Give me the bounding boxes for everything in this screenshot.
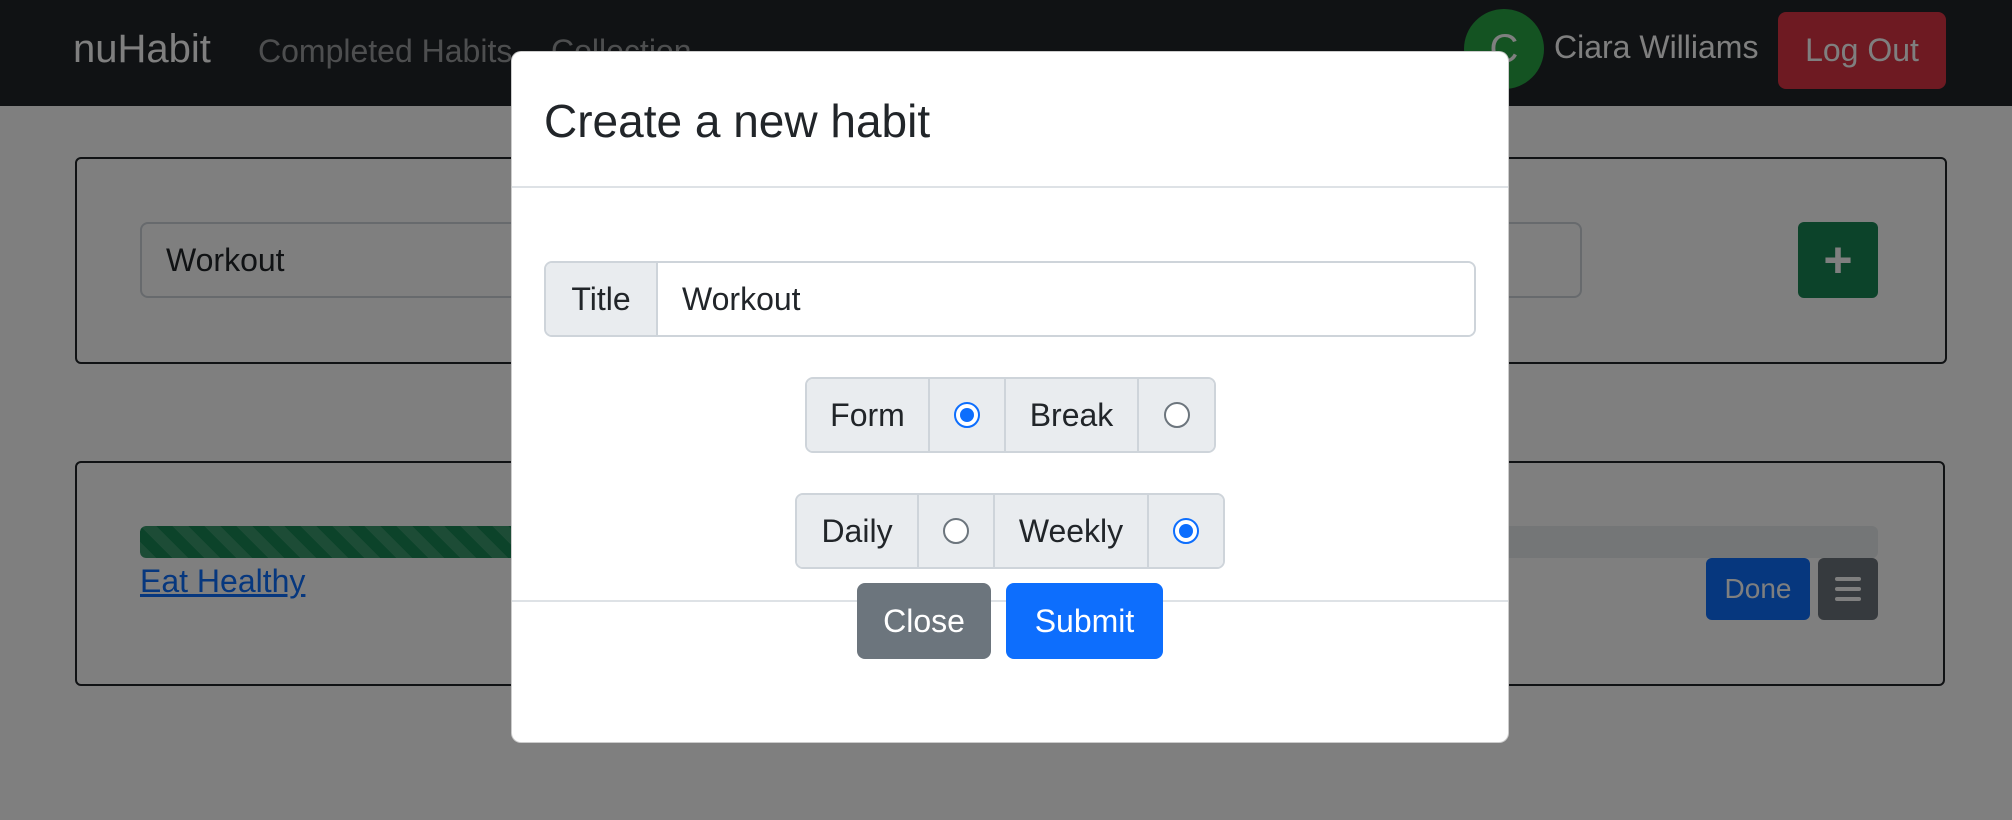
form-radio[interactable] bbox=[954, 402, 980, 428]
title-input[interactable]: Workout bbox=[658, 263, 1474, 335]
break-label: Break bbox=[1006, 379, 1139, 451]
modal-header: Create a new habit bbox=[512, 52, 1508, 188]
weekly-radio[interactable] bbox=[1173, 518, 1199, 544]
daily-radio[interactable] bbox=[943, 518, 969, 544]
frequency-group: Daily Weekly bbox=[795, 493, 1225, 569]
title-input-group: Title Workout bbox=[544, 261, 1476, 337]
break-radio[interactable] bbox=[1163, 402, 1190, 428]
break-radio-cell[interactable] bbox=[1139, 379, 1214, 451]
close-button[interactable]: Close bbox=[857, 583, 991, 659]
form-label: Form bbox=[807, 379, 930, 451]
modal-title: Create a new habit bbox=[544, 95, 931, 147]
daily-radio-cell[interactable] bbox=[919, 495, 995, 567]
form-radio-cell[interactable] bbox=[930, 379, 1006, 451]
submit-button[interactable]: Submit bbox=[1006, 583, 1163, 659]
daily-label: Daily bbox=[797, 495, 919, 567]
weekly-label: Weekly bbox=[995, 495, 1149, 567]
habit-type-group: Form Break bbox=[805, 377, 1216, 453]
title-label: Title bbox=[546, 263, 658, 335]
weekly-radio-cell[interactable] bbox=[1149, 495, 1223, 567]
